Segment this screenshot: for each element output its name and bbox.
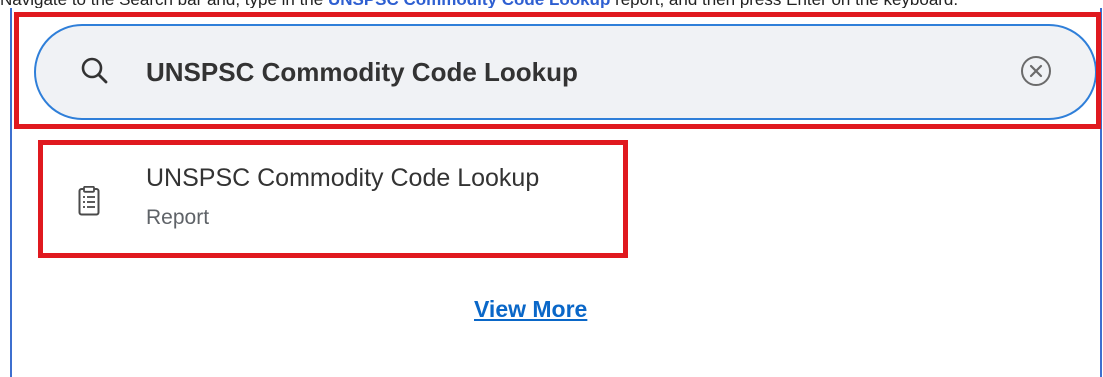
search-popup-screenshot: Navigate to the Search bar and, type in … [0,0,1103,377]
view-more-link[interactable]: View More [474,296,587,323]
result-highlight-box [38,140,628,258]
search-highlight-box [14,12,1101,129]
